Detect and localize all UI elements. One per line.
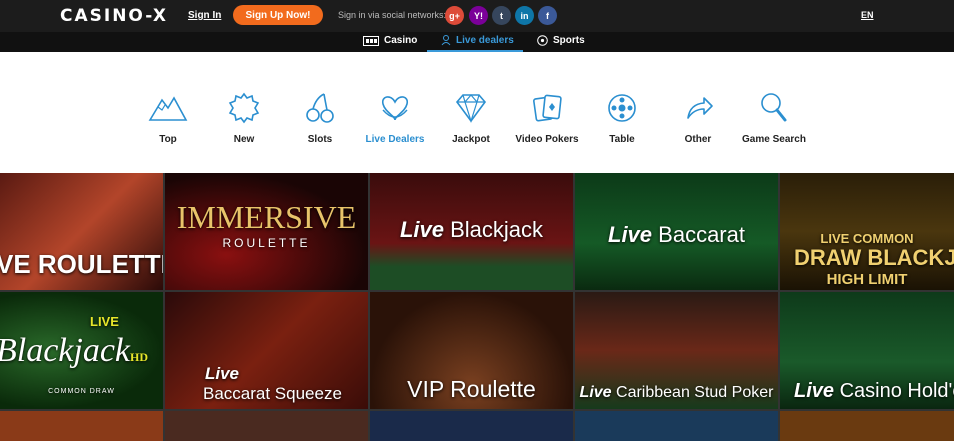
game-tile[interactable] [370,411,573,441]
chip-icon [608,94,636,122]
category-new[interactable]: New [206,90,282,145]
tumblr-icon[interactable]: t [492,6,511,25]
category-jackpot[interactable]: Jackpot [433,90,509,145]
game-title: VE ROULETTE [0,249,163,279]
game-tile-live-roulette[interactable]: VE ROULETTE [0,173,163,290]
game-tile-blackjack-hd[interactable]: LIVE BlackjackHD COMMON DRAW [0,292,163,409]
game-title: Live Caribbean Stud Poker [579,384,774,401]
game-title: Live Casino Hold'e [794,380,954,402]
social-label: Sign in via social networks: [338,10,447,20]
game-subtitle: LIVE COMMON [820,231,914,246]
game-tile-immersive-roulette[interactable]: IMMERSIVE ROULETTE [165,173,368,290]
slot-machine-icon [363,35,379,46]
sign-up-button[interactable]: Sign Up Now! [233,5,323,25]
nav-live-dealers-label: Live dealers [456,35,514,46]
ball-icon [537,35,548,46]
game-tile-baccarat-squeeze[interactable]: Live Baccarat Squeeze [165,292,368,409]
diamond-icon [455,94,487,123]
game-subtitle: COMMON DRAW [48,388,115,395]
game-title: BlackjackHD [0,332,149,369]
category-slots-label: Slots [307,134,333,145]
category-table-label: Table [609,134,635,145]
game-tile-live-blackjack[interactable]: Live Blackjack [370,173,573,290]
dealer-icon [381,96,409,121]
game-subtitle: LIVE [90,314,119,329]
category-slots[interactable]: Slots [282,90,358,145]
category-top-label: Top [159,134,177,145]
sign-in-link[interactable]: Sign In [188,10,221,21]
nav-sports-label: Sports [553,35,585,46]
game-tile-vip-roulette[interactable]: VIP Roulette [370,292,573,409]
category-live-dealers-label: Live Dealers [365,134,425,145]
game-title: DRAW BLACKJAC [794,245,954,270]
top-bar: CASINO-X Sign In Sign Up Now! Sign in vi… [0,0,954,32]
share-arrow-icon [687,97,713,119]
game-title: Baccarat Squeeze [203,384,342,403]
nav-live-dealers[interactable]: Live dealers [441,35,514,46]
category-bar: Top New Slots Live Dealers Jackpot Video… [0,52,954,172]
game-tile[interactable] [165,411,368,441]
category-top[interactable]: Top [130,90,206,145]
game-tile-caribbean-stud-poker[interactable]: Live Caribbean Stud Poker [575,292,778,409]
category-live-dealers[interactable]: Live Dealers [357,90,433,145]
nav-casino[interactable]: Casino [363,35,417,46]
game-tile-common-draw-blackjack[interactable]: LIVE COMMON DRAW BLACKJAC HIGH LIMIT [780,173,954,290]
category-video-pokers-label: Video Pokers [515,134,579,145]
game-subtitle: HIGH LIMIT [826,271,908,288]
mountain-icon [148,96,188,121]
magnifier-icon [761,93,787,122]
category-table[interactable]: Table [584,90,660,145]
google-plus-icon[interactable]: g+ [445,6,464,25]
game-title: Live Blackjack [399,217,544,242]
category-game-search-label: Game Search [742,134,806,145]
game-title: VIP Roulette [407,376,536,402]
cherries-icon [306,93,334,123]
language-selector[interactable]: EN [861,10,874,20]
cards-icon [533,94,562,122]
category-other[interactable]: Other [660,90,736,145]
category-game-search[interactable]: Game Search [736,90,812,145]
game-subtitle: Live [205,364,240,383]
game-tile[interactable] [0,411,163,441]
person-icon [441,35,451,46]
category-new-label: New [233,134,255,145]
game-title: IMMERSIVE [176,199,357,235]
linkedin-icon[interactable]: in [515,6,534,25]
yahoo-icon[interactable]: Y! [469,6,488,25]
game-title: Live Baccarat [608,222,745,247]
game-tile[interactable] [575,411,778,441]
sub-navigation: Casino Live dealers Sports [0,32,954,52]
game-tile-live-baccarat[interactable]: Live Baccarat [575,173,778,290]
badge-icon [228,92,260,124]
category-jackpot-label: Jackpot [452,134,490,145]
game-grid: VE ROULETTE IMMERSIVE ROULETTE Live Blac… [0,173,954,441]
logo[interactable]: CASINO-X [60,6,168,26]
game-tile[interactable] [780,411,954,441]
category-video-pokers[interactable]: Video Pokers [509,90,585,145]
nav-casino-label: Casino [384,35,418,46]
facebook-icon[interactable]: f [538,6,557,25]
game-tile-casino-holdem[interactable]: Live Casino Hold'e [780,292,954,409]
category-other-label: Other [684,134,712,145]
game-subtitle: ROULETTE [222,236,311,250]
nav-sports[interactable]: Sports [537,35,585,46]
